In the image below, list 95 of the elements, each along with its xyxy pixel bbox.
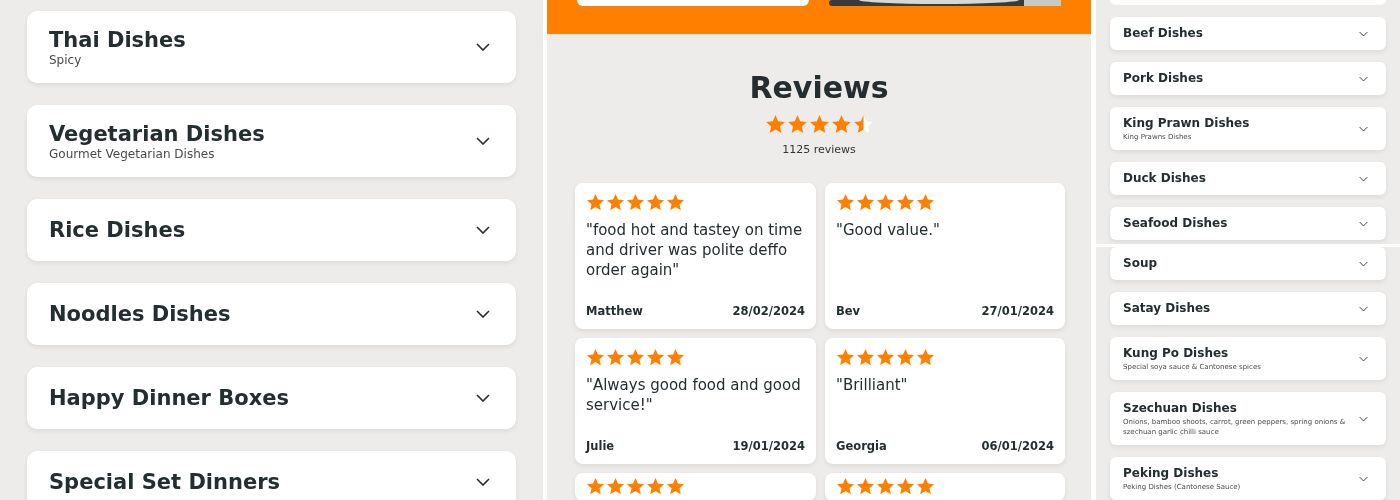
chevron-down-icon [476, 43, 490, 51]
chevron-down-icon [476, 478, 490, 486]
category-title: Szechuan Dishes [1123, 400, 1238, 417]
review-text: "food hot and tastey on time and driver was polite deffo order again" [586, 220, 804, 281]
star-icon [666, 477, 685, 496]
review-date: 27/01/2024 [981, 304, 1054, 318]
star-icon [626, 477, 645, 496]
chevron-down-icon [476, 310, 490, 318]
star-icon [606, 348, 625, 367]
category-title: Peking Dishes [1123, 465, 1220, 482]
chevron-down-icon [1359, 220, 1368, 227]
category-title: Vegetarian Dishes [49, 121, 265, 147]
chevron-down-icon [1359, 305, 1368, 312]
star-icon [916, 477, 935, 496]
review-date: 28/02/2024 [732, 304, 805, 318]
review-date: 19/01/2024 [732, 439, 805, 453]
category-header[interactable]: Seafood Dishes [1110, 207, 1386, 240]
category-header[interactable]: Pork Dishes [1110, 62, 1386, 95]
chevron-down-icon [1359, 125, 1368, 132]
chevron-down-icon [1359, 175, 1368, 182]
star-icon [896, 193, 915, 212]
review-author: Julie [586, 439, 615, 453]
star-icon [916, 193, 935, 212]
category-title: King Prawn Dishes [1123, 115, 1250, 132]
chevron-down-icon [476, 394, 490, 402]
star-icon [852, 114, 874, 135]
star-icon [586, 193, 605, 212]
star-icon [666, 348, 685, 367]
category-title: Satay Dishes [1123, 300, 1211, 317]
category-title: Soup [1123, 255, 1158, 272]
star-icon [586, 477, 605, 496]
review-text: "Brilliant" [836, 375, 909, 396]
chevron-down-icon [1359, 475, 1368, 482]
review-author: Bev [836, 304, 861, 318]
chevron-down-icon [476, 137, 490, 145]
star-icon [896, 477, 915, 496]
category-description: Gourmet Vegetarian Dishes [49, 147, 216, 161]
star-icon [856, 193, 875, 212]
review-count: 1125 reviews [782, 143, 856, 156]
review-text: "Always good food and good service!" [586, 375, 802, 416]
category-header[interactable]: Thai Dishes Spicy [27, 11, 516, 83]
category-title: Beef Dishes [1123, 25, 1203, 42]
chevron-down-icon [1359, 355, 1368, 362]
star-icon [836, 348, 855, 367]
category-header[interactable]: Happy Dinner Boxes [27, 367, 516, 429]
star-icon [830, 114, 852, 135]
star-icon [666, 193, 685, 212]
chevron-down-icon [1359, 415, 1368, 422]
star-icon [876, 348, 895, 367]
category-title: Duck Dishes [1123, 170, 1206, 187]
star-icon [916, 348, 935, 367]
category-header[interactable]: Special Set Dinners [27, 451, 516, 500]
chevron-down-icon [1359, 260, 1368, 267]
star-icon [606, 477, 625, 496]
category-title: Seafood Dishes [1123, 215, 1228, 232]
review-author: Matthew [586, 304, 643, 318]
category-description: Spicy [49, 53, 83, 67]
category-header[interactable]: Beef Dishes [1110, 17, 1386, 50]
star-icon [876, 477, 895, 496]
category-title: Rice Dishes [49, 217, 186, 243]
star-icon [764, 114, 786, 135]
category-header[interactable]: Vegetarian Dishes Gourmet Vegetarian Dishes [27, 105, 516, 177]
star-icon [646, 477, 665, 496]
star-icon [646, 348, 665, 367]
star-icon [626, 193, 645, 212]
star-icon [836, 477, 855, 496]
reviews-title: Reviews [749, 69, 889, 107]
star-icon [876, 193, 895, 212]
category-title: Thai Dishes [49, 27, 186, 53]
star-icon [606, 193, 625, 212]
category-title: Kung Po Dishes [1123, 345, 1230, 362]
category-title: Happy Dinner Boxes [49, 385, 289, 411]
category-header[interactable]: Duck Dishes [1110, 162, 1386, 195]
category-header[interactable]: Satay Dishes [1110, 292, 1386, 325]
star-icon [646, 193, 665, 212]
review-date: 06/01/2024 [981, 439, 1054, 453]
star-icon [856, 477, 875, 496]
category-title: Pork Dishes [1123, 70, 1204, 87]
star-icon [786, 114, 808, 135]
star-icon [808, 114, 830, 135]
star-icon [586, 348, 605, 367]
star-icon [626, 348, 645, 367]
category-header[interactable]: Rice Dishes [27, 199, 516, 261]
chevron-down-icon [1359, 30, 1368, 37]
star-icon [836, 193, 855, 212]
review-text: "Good value." [836, 220, 941, 241]
chevron-down-icon [1359, 75, 1368, 82]
category-title: Special Set Dinners [49, 469, 281, 495]
category-title: Noodles Dishes [49, 301, 231, 327]
review-author: Georgia [836, 439, 887, 453]
category-header[interactable]: Noodles Dishes [27, 283, 516, 345]
star-icon [856, 348, 875, 367]
category-header[interactable]: Soup [1110, 247, 1386, 280]
star-icon [896, 348, 915, 367]
chevron-down-icon [476, 226, 490, 234]
